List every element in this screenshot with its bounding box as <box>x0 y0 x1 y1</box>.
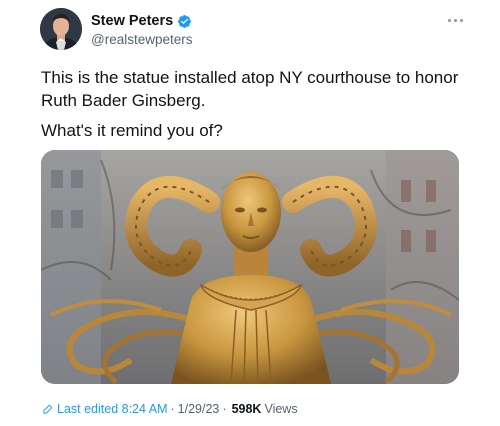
tweet-text-line2: What's it remind you of? <box>41 121 223 140</box>
views-count: 598K <box>231 402 262 416</box>
pencil-icon <box>42 404 53 415</box>
avatar[interactable] <box>40 8 82 50</box>
last-edited-link[interactable]: Last edited 8:24 AM <box>42 402 168 416</box>
more-icon[interactable] <box>442 10 468 30</box>
views-label: Views <box>264 402 298 416</box>
last-edited-label: Last edited 8:24 AM <box>57 402 168 416</box>
tweet: Stew Peters @realstewpeters This is the … <box>0 0 500 426</box>
tweet-text: This is the statue installed atop NY cou… <box>41 66 471 142</box>
tweet-date[interactable]: 1/29/23 <box>178 402 220 416</box>
meta-separator-2: · <box>222 402 227 416</box>
author-handle[interactable]: @realstewpeters <box>91 32 193 47</box>
author-name[interactable]: Stew Peters <box>91 13 173 29</box>
author-block: Stew Peters @realstewpeters <box>91 12 193 47</box>
name-row: Stew Peters <box>91 12 193 30</box>
tweet-media-image[interactable] <box>41 150 459 384</box>
tweet-meta: Last edited 8:24 AM · 1/29/23 · 598K Vie… <box>42 402 298 416</box>
meta-separator: · <box>170 402 175 416</box>
verified-badge-icon <box>177 14 192 29</box>
tweet-text-line1: This is the statue installed atop NY cou… <box>41 68 459 110</box>
